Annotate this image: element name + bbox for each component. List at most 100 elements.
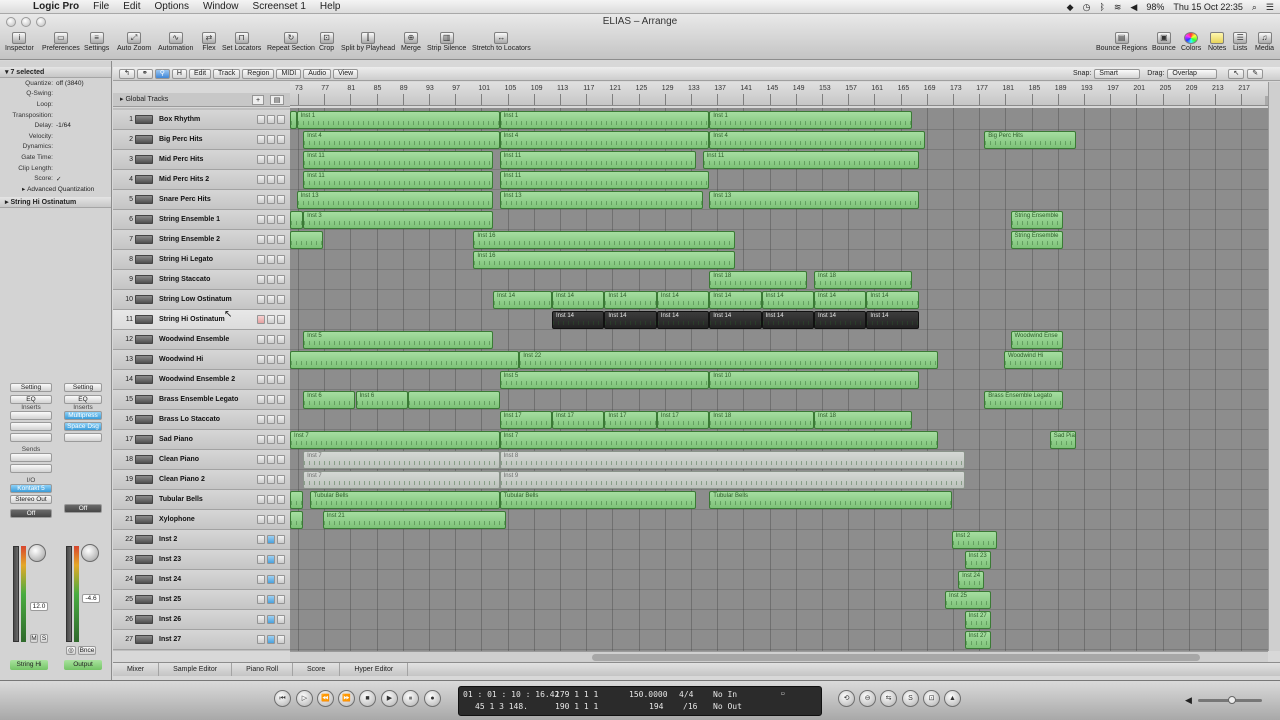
solo-button[interactable]	[277, 555, 285, 564]
track-name[interactable]: Inst 25	[159, 590, 181, 610]
spotlight-icon[interactable]: ⌕	[1252, 2, 1257, 13]
track-header[interactable]: 23 Inst 23	[113, 550, 290, 570]
menu-app[interactable]: Logic Pro	[26, 1, 86, 12]
midi-region[interactable]: Inst 1	[296, 111, 500, 129]
dropbox-icon[interactable]: ◆	[1067, 2, 1074, 13]
record-enable-button[interactable]	[257, 295, 265, 304]
midi-region[interactable]	[290, 211, 304, 229]
record-enable-button[interactable]	[257, 235, 265, 244]
record-icon[interactable]: ●	[424, 690, 441, 707]
midi-region[interactable]: Inst 14	[814, 291, 867, 309]
record-enable-button[interactable]	[257, 415, 265, 424]
midi-region[interactable]: Big Perc Hits	[984, 131, 1076, 149]
menu-window[interactable]: Window	[196, 1, 246, 12]
mute-button[interactable]	[267, 535, 275, 544]
stretch-to-locators-button[interactable]: ↔ Stretch to Locators	[472, 32, 531, 52]
horizontal-scrollbar[interactable]	[290, 651, 1268, 662]
mute-button[interactable]	[267, 175, 275, 184]
region-param-row[interactable]: Delay: -1/64	[0, 120, 111, 131]
track-header[interactable]: 6 String Ensemble 1	[113, 210, 290, 230]
flex-button[interactable]: ⇄ Flex	[202, 32, 216, 52]
track-parameters-header[interactable]: ▸ String Hi Ostinatum	[0, 196, 111, 208]
arrange-menu-region[interactable]: Region	[242, 68, 275, 79]
midi-region[interactable]	[290, 231, 323, 249]
track-name[interactable]: String Ensemble 2	[159, 230, 220, 250]
strip2-bounce-button[interactable]: Bnce	[78, 646, 96, 655]
mute-button[interactable]	[267, 455, 275, 464]
midi-region[interactable]	[290, 351, 520, 369]
solo-icon[interactable]: S	[902, 690, 919, 707]
midi-region[interactable]: Inst 25	[945, 591, 991, 609]
track-header[interactable]: 2 Big Perc Hits	[113, 130, 290, 150]
mute-button[interactable]	[267, 415, 275, 424]
track-name[interactable]: Brass Lo Staccato	[159, 410, 220, 430]
solo-button[interactable]	[277, 155, 285, 164]
record-enable-button[interactable]	[257, 115, 265, 124]
track-header[interactable]: 18 Clean Piano	[113, 450, 290, 470]
track-name[interactable]: Inst 24	[159, 570, 181, 590]
midi-region[interactable]: Tubular Bells	[499, 491, 697, 509]
record-enable-button[interactable]	[257, 155, 265, 164]
bluetooth-icon[interactable]: ᛒ	[1099, 2, 1104, 12]
track-name[interactable]: Inst 27	[159, 630, 181, 650]
tab-hyper-editor[interactable]: Hyper Editor	[340, 663, 409, 676]
bar-ruler[interactable]: 73 77 81 85 89 93 97 101 105 109 113 117 121 125 129 13…	[290, 82, 1268, 106]
strip2-insert-space-designer[interactable]: Space Dsg	[64, 422, 102, 431]
midi-region[interactable]: Inst 13	[499, 191, 703, 209]
track-lane[interactable]	[290, 550, 1268, 570]
midi-region[interactable]: Inst 8	[499, 451, 965, 469]
record-enable-button[interactable]	[257, 435, 265, 444]
track-name[interactable]: Woodwind Ensemble 2	[159, 370, 235, 390]
midi-region[interactable]: Inst 16	[473, 251, 736, 269]
solo-button[interactable]	[277, 355, 285, 364]
strip2-volume-fader[interactable]	[66, 546, 72, 642]
midi-region[interactable]: Sad Pia	[1049, 431, 1076, 449]
auto-zoom-button[interactable]: ⤢ Auto Zoom	[117, 32, 151, 52]
snap-select[interactable]: Smart	[1094, 68, 1141, 79]
solo-button[interactable]	[277, 515, 285, 524]
midi-region[interactable]: Brass Ensemble Legato	[984, 391, 1063, 409]
record-enable-button[interactable]	[257, 455, 265, 464]
midi-region[interactable]	[407, 391, 500, 409]
solo-button[interactable]	[277, 475, 285, 484]
track-lane[interactable]	[290, 570, 1268, 590]
track-header[interactable]: 15 Brass Ensemble Legato	[113, 390, 290, 410]
midi-region[interactable]: Inst 14	[604, 291, 657, 309]
mute-button[interactable]	[267, 555, 275, 564]
track-header[interactable]: 24 Inst 24	[113, 570, 290, 590]
track-header[interactable]: 4 Mid Perc Hits 2	[113, 170, 290, 190]
track-lane[interactable]	[290, 590, 1268, 610]
strip2-name[interactable]: Output	[64, 660, 102, 670]
time-machine-icon[interactable]: ◷	[1083, 2, 1091, 13]
automation-button[interactable]: ∿ Automation	[158, 32, 193, 52]
strip2-eq-button[interactable]: EQ	[64, 395, 102, 404]
record-enable-button[interactable]	[257, 535, 265, 544]
bounce-regions-button[interactable]: ▤ Bounce Regions	[1096, 32, 1147, 52]
record-enable-button[interactable]	[257, 255, 265, 264]
master-volume-slider[interactable]	[1198, 696, 1262, 704]
play-from-selection-icon[interactable]: ▷	[296, 690, 313, 707]
mute-button[interactable]	[267, 155, 275, 164]
midi-region[interactable]: Inst 4	[303, 131, 500, 149]
track-name[interactable]: Clean Piano 2	[159, 470, 205, 490]
track-header[interactable]: 21 Xylophone	[113, 510, 290, 530]
pencil-tool-icon[interactable]: ✎	[1247, 68, 1264, 79]
track-header[interactable]: 19 Clean Piano 2	[113, 470, 290, 490]
record-enable-button[interactable]	[257, 175, 265, 184]
track-name[interactable]: Big Perc Hits	[159, 130, 203, 150]
track-lane[interactable]	[290, 250, 1268, 270]
midi-region[interactable]: Inst 14	[493, 291, 552, 309]
solo-button[interactable]	[277, 275, 285, 284]
track-name[interactable]: String Hi Ostinatum	[159, 310, 225, 330]
solo-button[interactable]	[277, 535, 285, 544]
strip1-insert-slot[interactable]	[10, 422, 52, 431]
track-header[interactable]: 17 Sad Piano	[113, 430, 290, 450]
midi-region[interactable]: String Ensemble	[1010, 211, 1063, 229]
cycle-icon[interactable]: ⟲	[838, 690, 855, 707]
volume-icon[interactable]: ◀	[1130, 2, 1137, 13]
track-header[interactable]: 12 Woodwind Ensemble	[113, 330, 290, 350]
midi-region[interactable]: Inst 7	[290, 431, 500, 449]
bounce-button[interactable]: ▣ Bounce	[1152, 32, 1176, 52]
solo-button[interactable]	[277, 215, 285, 224]
track-header[interactable]: 25 Inst 25	[113, 590, 290, 610]
